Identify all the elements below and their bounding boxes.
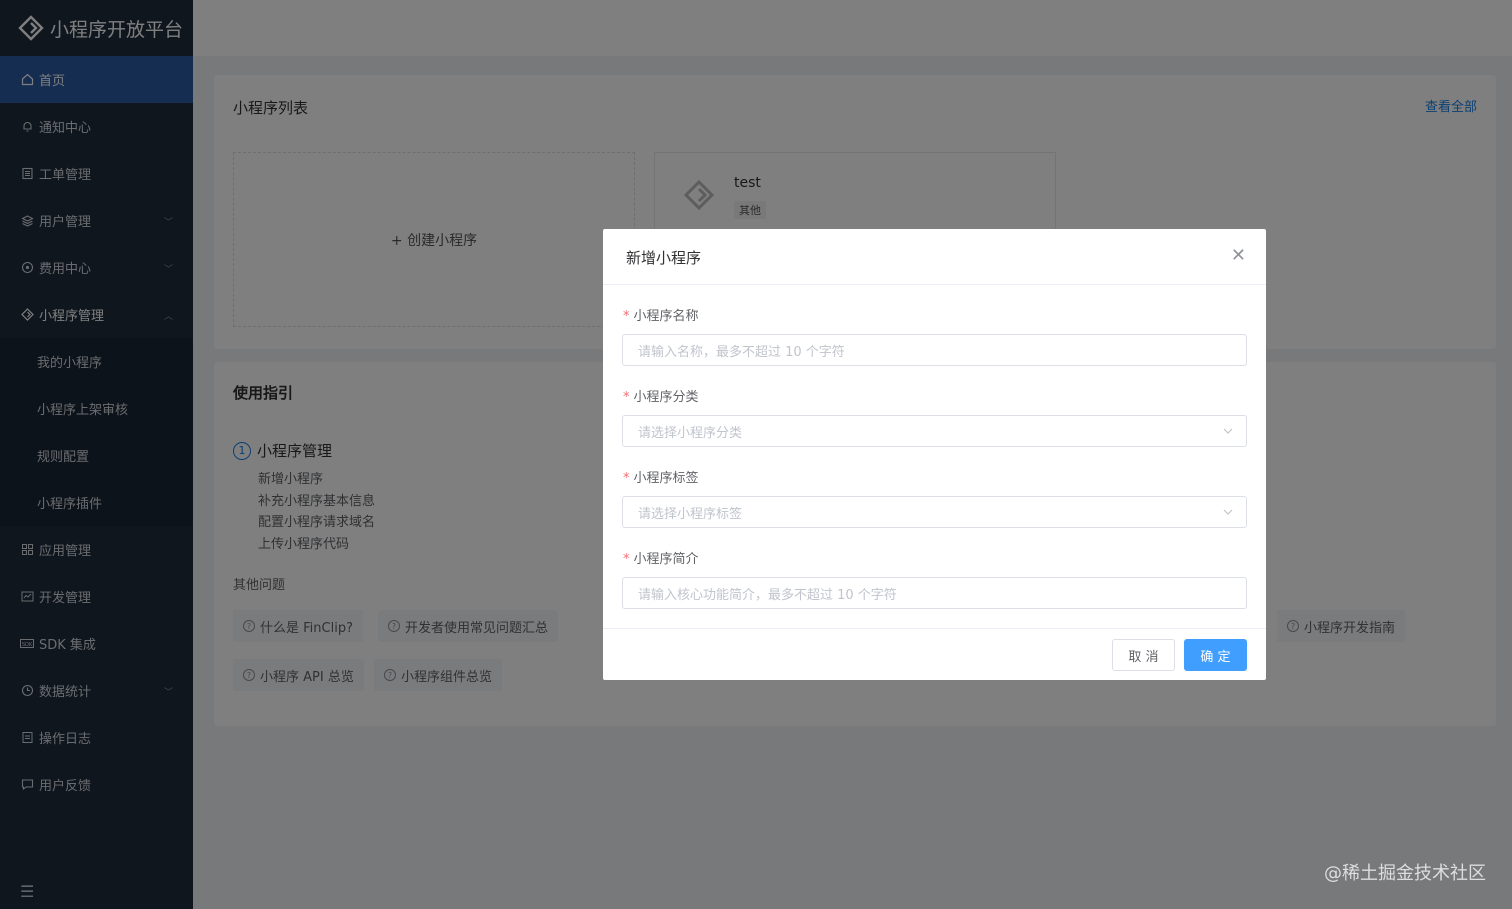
form-label-category: * 小程序分类 [623, 390, 699, 405]
dialog-header: 新增小程序 ✕ [603, 229, 1266, 285]
category-select[interactable]: 请选择小程序分类 [622, 415, 1247, 447]
form-label-name: * 小程序名称 [623, 309, 699, 324]
watermark: @稀土掘金技术社区 [1324, 863, 1486, 884]
close-icon[interactable]: ✕ [1231, 245, 1246, 266]
tags-select[interactable]: 请选择小程序标签 [622, 496, 1247, 528]
confirm-button[interactable]: 确 定 [1184, 639, 1247, 671]
form-label-description: * 小程序简介 [623, 552, 699, 567]
name-input[interactable]: 请输入名称，最多不超过 10 个字符 [622, 334, 1247, 366]
dialog-title: 新增小程序 [626, 249, 702, 267]
name-input-placeholder: 请输入名称，最多不超过 10 个字符 [638, 344, 845, 360]
category-select-placeholder: 请选择小程序分类 [638, 425, 743, 441]
description-input[interactable]: 请输入核心功能简介，最多不超过 10 个字符 [622, 577, 1247, 609]
chevron-down-icon [1223, 428, 1233, 434]
cancel-button[interactable]: 取 消 [1112, 639, 1175, 671]
chevron-down-icon [1223, 509, 1233, 515]
description-input-placeholder: 请输入核心功能简介，最多不超过 10 个字符 [638, 587, 897, 603]
dialog-footer: 取 消 确 定 [603, 628, 1266, 680]
new-miniapp-dialog: 新增小程序 ✕ * 小程序名称 请输入名称，最多不超过 10 个字符 * 小程序分类… [603, 229, 1266, 680]
form-label-tags: * 小程序标签 [623, 471, 699, 486]
tags-select-placeholder: 请选择小程序标签 [638, 506, 743, 522]
